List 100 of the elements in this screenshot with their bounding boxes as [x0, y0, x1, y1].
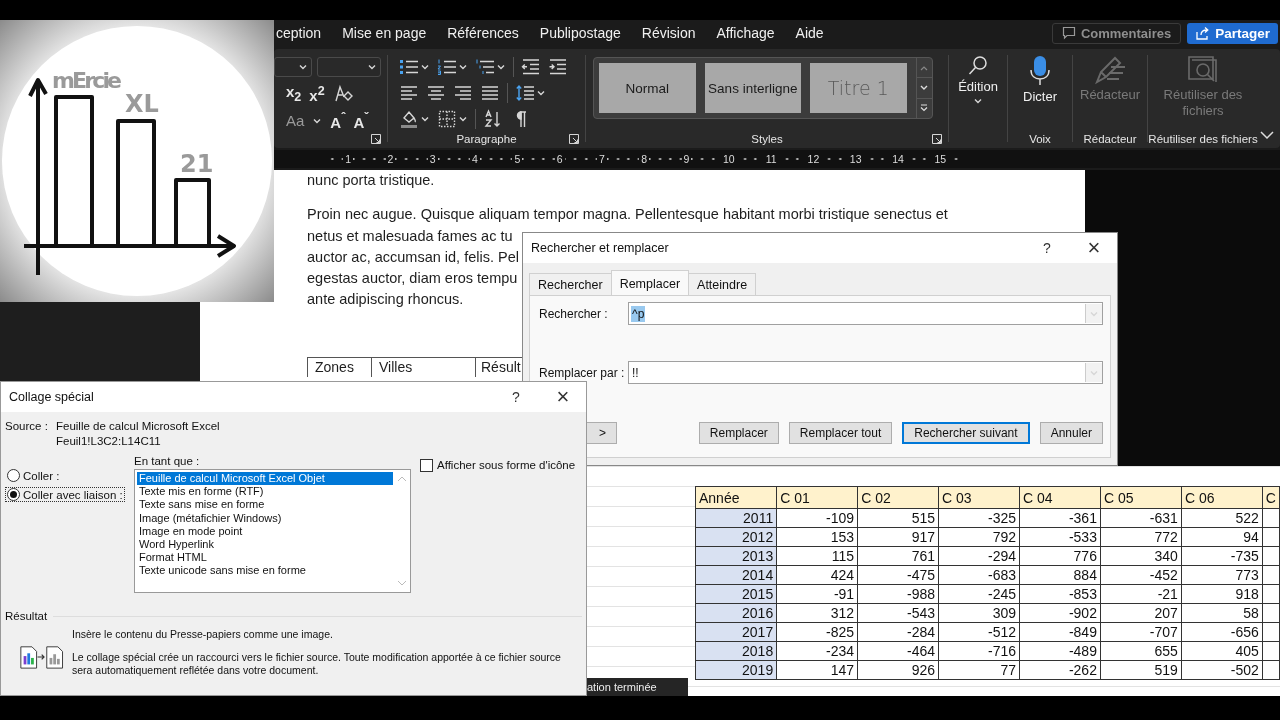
dialog-button[interactable]: Rechercher suivant — [902, 422, 1030, 444]
group-label: Rédacteur — [1083, 133, 1137, 145]
dialog-tab[interactable]: Remplacer — [610, 270, 690, 295]
radio-option[interactable]: Coller avec liaison : — [5, 487, 125, 502]
dialog-button[interactable]: Remplacer — [698, 422, 779, 444]
source-text: Feuille de calcul Microsoft Excel — [56, 420, 220, 432]
ribbon-tab[interactable]: Affichage — [716, 25, 775, 41]
caret-icon[interactable] — [458, 62, 468, 72]
dialog-launcher-icon[interactable] — [568, 133, 580, 145]
search-combo-field[interactable]: !! — [628, 361, 1103, 384]
expand-icon — [920, 104, 929, 113]
checkbox-option[interactable]: Afficher sous forme d'icône — [420, 457, 576, 473]
format-listbox[interactable]: Feuille de calcul Microsoft Excel Objet Texte mis en forme (RTF) Texte sans mise en forme Image (métafichier Windows) Image en mode point Word Hyperlink Format HTML Texte unicode sans mise en forme — [134, 469, 411, 593]
borders-icon[interactable] — [437, 109, 457, 129]
microphone-icon — [1028, 55, 1052, 87]
caret-icon[interactable] — [536, 88, 546, 98]
logo-text: mErcie — [52, 68, 122, 93]
ruler: 1 2 3 4 5 6 7 8 9 10 11 12 13 14 15 — [274, 150, 1280, 168]
search-icon — [967, 55, 989, 77]
help-button[interactable]: ? — [1023, 240, 1071, 256]
field-label: Source : — [5, 420, 49, 434]
line-spacing-icon[interactable] — [515, 83, 535, 103]
caret-icon[interactable] — [496, 62, 506, 72]
list-item[interactable]: Texte sans mise en forme — [137, 498, 393, 512]
caret-icon[interactable] — [420, 114, 430, 124]
close-button[interactable]: × — [1071, 235, 1117, 261]
chevron-up-icon — [920, 64, 929, 71]
comment-icon — [1061, 26, 1076, 40]
style-tile[interactable]: Normal — [599, 63, 696, 113]
ribbon-tab[interactable]: Publipostage — [539, 25, 621, 41]
decrease-indent-icon[interactable] — [521, 57, 541, 77]
group-label: Réutiliser des fichiers — [1148, 133, 1258, 145]
ribbon-command[interactable]: Édition — [958, 55, 998, 106]
ribbon-tab[interactable]: Mise en page — [342, 25, 427, 41]
share-icon — [1195, 25, 1211, 41]
font-tool[interactable]: A$^{ˇ}$ — [353, 110, 369, 131]
numbered-list-icon[interactable] — [437, 57, 457, 77]
logo-text: XL — [125, 90, 159, 118]
share-button[interactable]: Partager — [1187, 22, 1278, 44]
align-right-icon[interactable] — [453, 83, 473, 103]
dialog-button[interactable]: Remplacer tout — [788, 422, 893, 444]
document-text: Proin nec augue. Quisque aliquam tempor magna. Pellentesque habitant morbi tristique senectus et — [307, 205, 948, 225]
font-tool[interactable]: x$_{2}$ — [286, 83, 302, 104]
dialog-launcher-icon[interactable] — [931, 133, 943, 145]
ribbon-tab[interactable]: ception — [276, 25, 322, 41]
multilevel-list-icon[interactable] — [475, 57, 495, 77]
font-tool[interactable]: A$^{ˆ}$ — [330, 110, 346, 131]
list-item[interactable]: Feuille de calcul Microsoft Excel Objet — [137, 472, 393, 486]
list-item[interactable]: Image en mode point — [137, 524, 393, 538]
collapse-ribbon-icon[interactable] — [1260, 130, 1274, 140]
bulleted-list-icon[interactable] — [399, 57, 419, 77]
increase-indent-icon[interactable] — [548, 57, 568, 77]
ribbon-tab[interactable]: Aide — [795, 25, 824, 41]
caret-icon[interactable] — [458, 114, 468, 124]
clear-formatting-icon[interactable] — [332, 83, 353, 104]
group-label: Styles — [751, 133, 783, 145]
dialog-launcher-icon[interactable] — [370, 133, 382, 145]
column-header: C 04 — [1019, 486, 1101, 509]
document-search-icon — [1187, 55, 1219, 85]
sort-icon[interactable] — [483, 109, 503, 129]
font-tool[interactable]: x$^{2}$ — [309, 83, 325, 104]
dialog-tab[interactable]: Atteindre — [688, 273, 757, 295]
shading-bucket-icon[interactable] — [399, 109, 419, 129]
caret-icon[interactable] — [420, 62, 430, 72]
change-case-button[interactable]: Aa — [286, 112, 305, 129]
column-header: Année — [695, 486, 777, 509]
source-text: Feuil1!L3C2:L14C11 — [56, 435, 162, 447]
help-button[interactable]: ? — [492, 389, 540, 405]
document-text: netus et malesuada fames ac tu — [307, 226, 513, 246]
dialog-title: Collage spécial — [9, 390, 94, 404]
caret-icon[interactable] — [973, 96, 983, 106]
list-item[interactable]: Word Hyperlink — [137, 538, 393, 552]
group-label: Paragraphe — [456, 133, 517, 145]
field-label: Rechercher : — [539, 306, 609, 321]
ribbon-tab[interactable]: Révision — [641, 25, 696, 41]
dialog-button[interactable]: Annuler — [1039, 422, 1103, 444]
column-header: C 06 — [1181, 486, 1263, 509]
column-header: C 01 — [776, 486, 858, 509]
logo-text: 21 — [180, 150, 214, 178]
radio-option[interactable]: Coller : — [5, 468, 62, 483]
document-text: auctor ac, accumsan id, felis. Pel — [307, 247, 519, 267]
ribbon-command[interactable]: Dicter — [1023, 55, 1057, 104]
table-cell: Zones — [307, 356, 372, 377]
list-item[interactable]: Image (métafichier Windows) — [137, 511, 393, 525]
dialog-title: Rechercher et remplacer — [531, 241, 669, 255]
close-button[interactable]: × — [540, 384, 586, 410]
ribbon-tab[interactable]: Références — [447, 25, 519, 41]
status-text: ation terminée — [587, 681, 657, 693]
style-tile[interactable]: Sans interligne — [704, 63, 802, 113]
align-center-icon[interactable] — [426, 83, 446, 103]
list-item[interactable]: Texte unicode sans mise en forme — [137, 564, 393, 578]
list-label: En tant que : — [134, 455, 201, 467]
list-item[interactable]: Texte mis en forme (RTF) — [137, 485, 393, 499]
search-combo-field[interactable]: ^p — [628, 302, 1103, 325]
justify-icon[interactable] — [480, 83, 500, 103]
list-item[interactable]: Format HTML — [137, 551, 393, 565]
comments-button[interactable]: Commentaires — [1051, 22, 1182, 44]
align-left-icon[interactable] — [399, 83, 419, 103]
dialog-tab[interactable]: Rechercher — [529, 273, 612, 295]
result-description: Le collage spécial crée un raccourci vers le fichier source. Toute modification apportée à ce fichier source sera automatiquement reflétée dans votre document. — [72, 651, 562, 677]
